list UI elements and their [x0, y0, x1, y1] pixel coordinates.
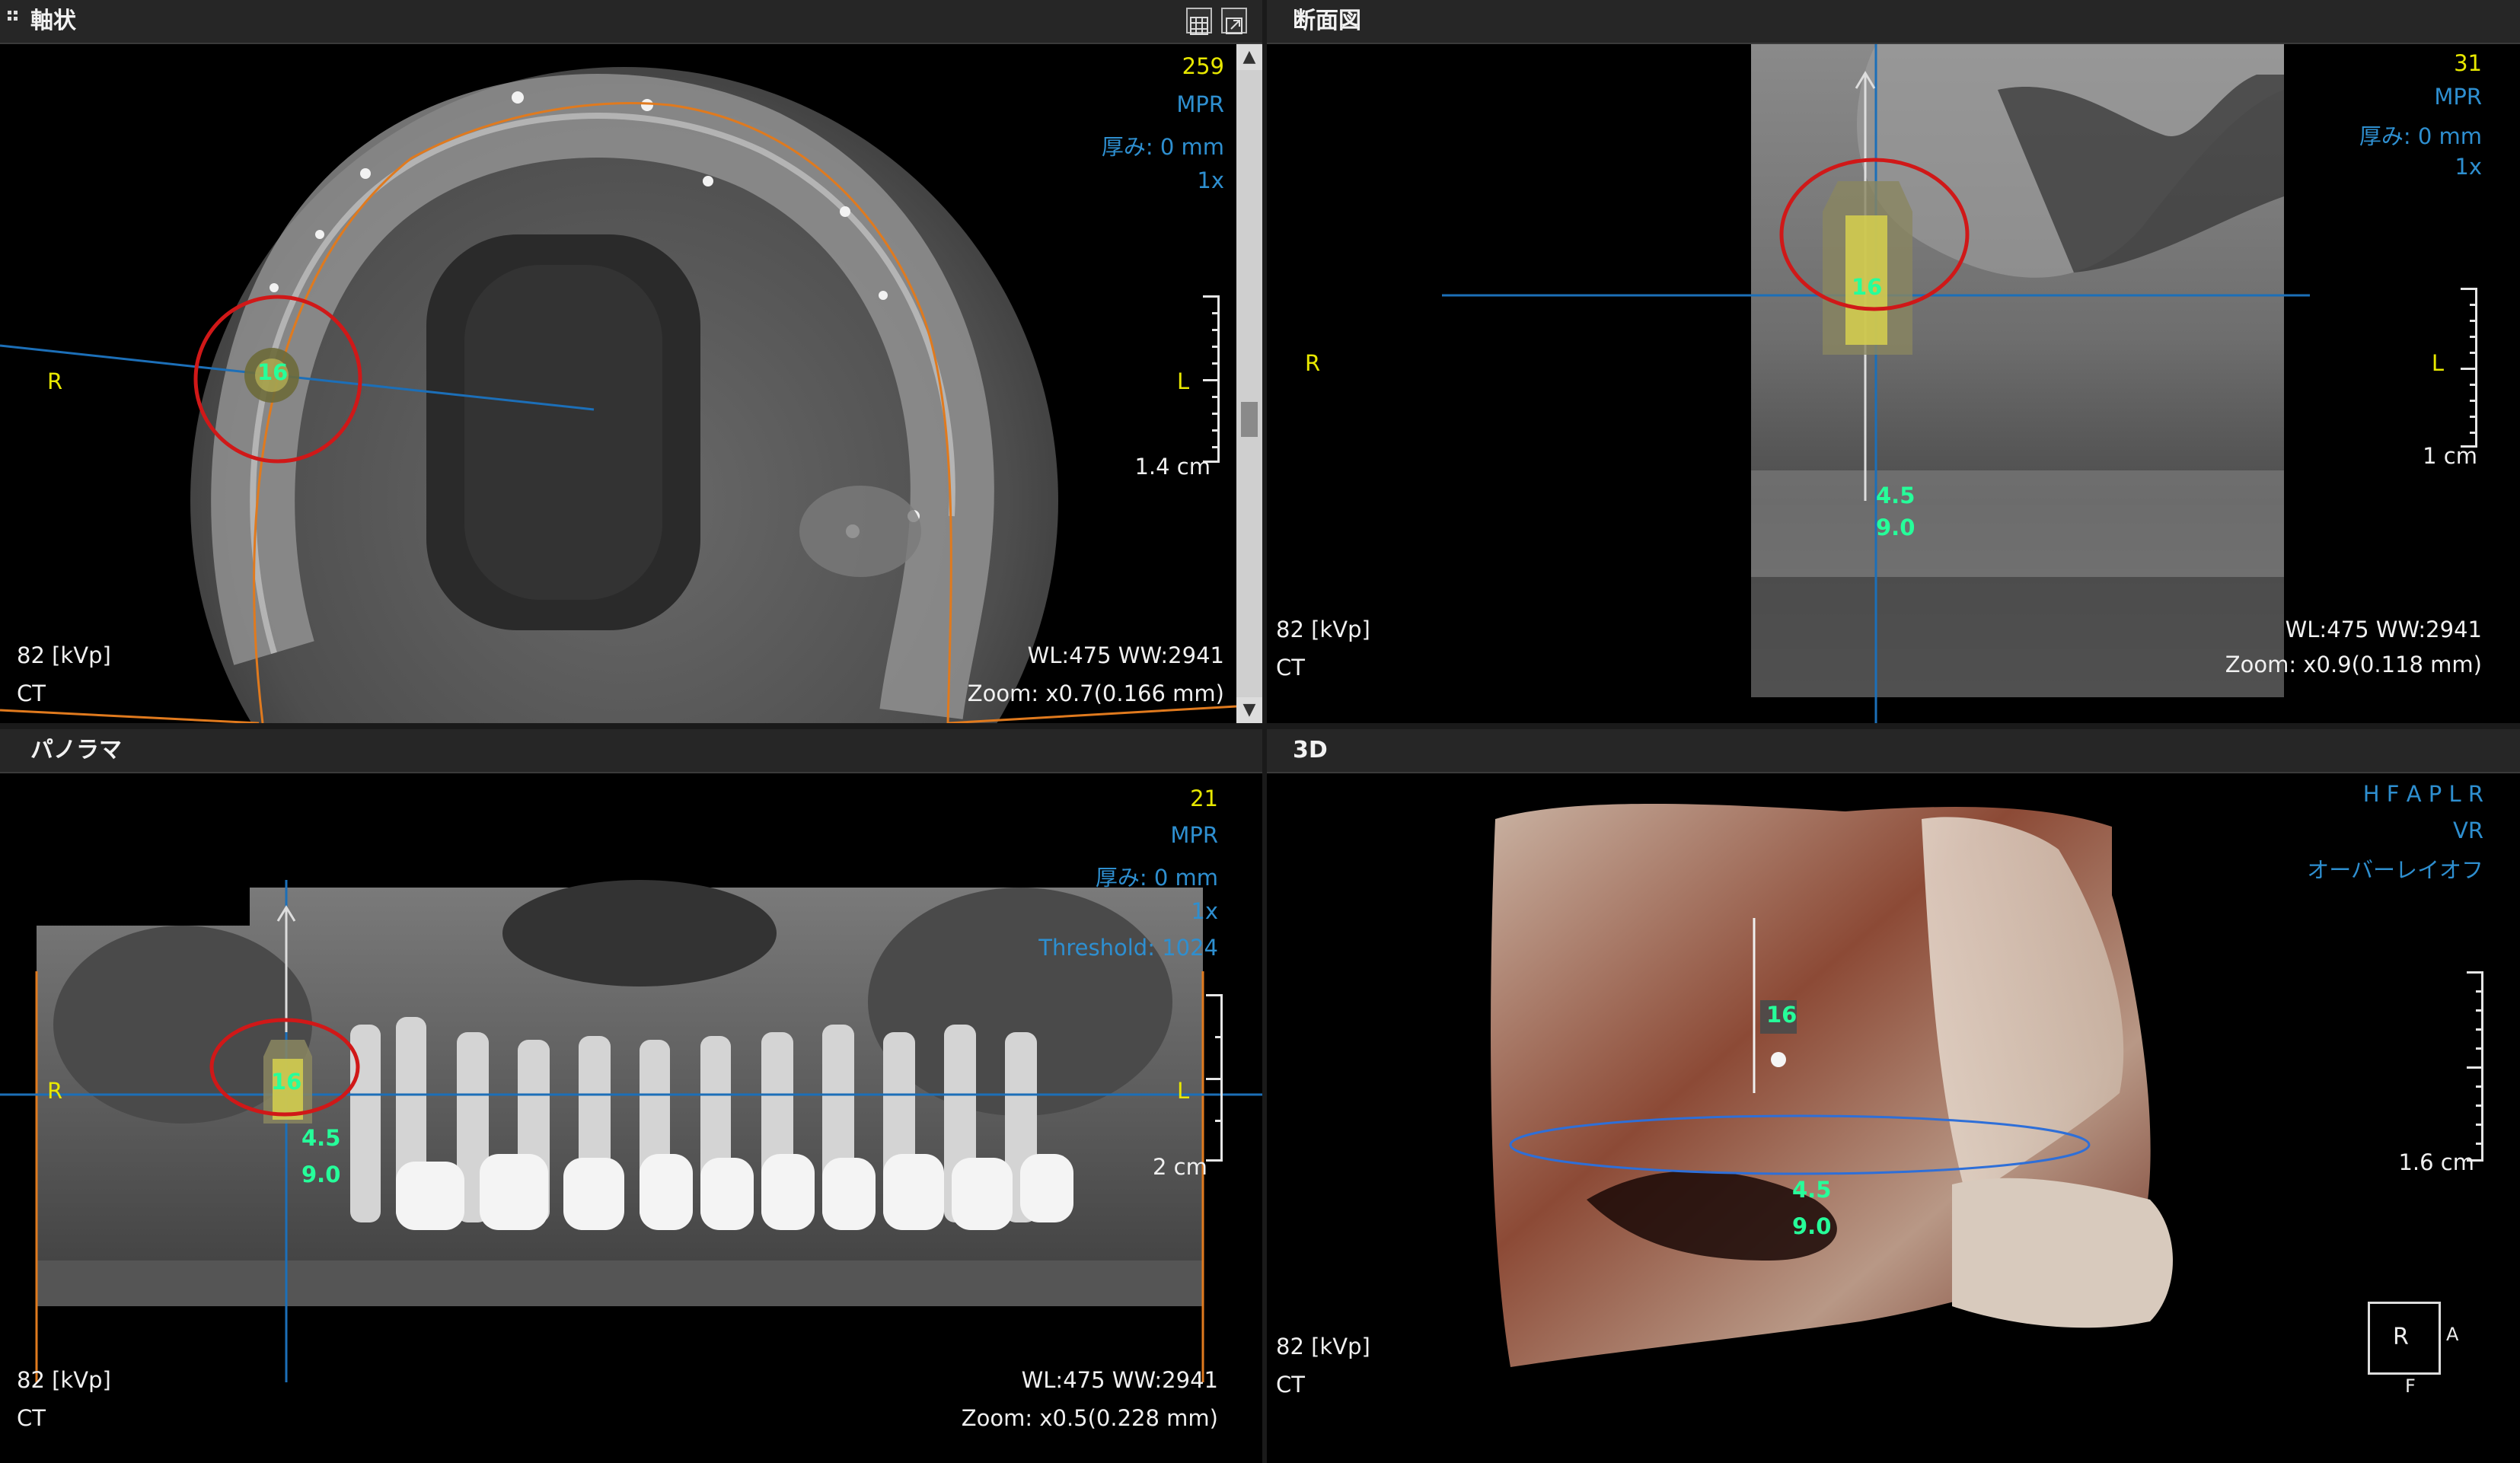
- axial-right-marker: R: [47, 368, 63, 394]
- cross-section-titlebar: 断面図: [1267, 0, 2520, 44]
- volume3d-orientation: H F A P L R: [2362, 781, 2483, 807]
- cross-section-scale-label: 1 cm: [2423, 443, 2477, 469]
- volume3d-kvp: 82 [kVp]: [1276, 1334, 1370, 1359]
- axial-thickness: 厚み: 0 mm: [1101, 134, 1224, 160]
- axial-panel[interactable]: 軸状 16 259 MPR 厚み: 0 mm 1x R L 1.4 cm 82 …: [0, 0, 1262, 723]
- axial-zoom: Zoom: x0.7(0.166 mm): [967, 681, 1224, 706]
- grid-layout-icon[interactable]: [1186, 8, 1212, 35]
- vertical-divider[interactable]: [1262, 0, 1267, 1463]
- cross-section-implant-label[interactable]: 16: [1852, 274, 1882, 300]
- cross-section-mode: MPR: [2434, 84, 2482, 110]
- panorama-zoom: Zoom: x0.5(0.228 mm): [961, 1405, 1218, 1431]
- axial-implant-label[interactable]: 16: [257, 359, 288, 385]
- cross-section-title: 断面図: [1293, 8, 1361, 34]
- panorama-zoom-factor: 1x: [1191, 898, 1218, 924]
- panorama-slice-number: 21: [1190, 786, 1218, 811]
- panorama-diameter: 4.5: [301, 1125, 341, 1151]
- cross-section-diameter: 4.5: [1876, 483, 1916, 508]
- axial-title: 軸状: [30, 8, 76, 34]
- cross-section-left-marker: L: [2431, 350, 2444, 376]
- cube-side-label: A: [2446, 1324, 2459, 1345]
- axial-zoom-factor: 1x: [1197, 167, 1224, 193]
- volume3d-overlay-toggle[interactable]: オーバーレイオフ: [2307, 853, 2483, 884]
- cross-section-thickness: 厚み: 0 mm: [2359, 123, 2482, 149]
- axial-window: WL:475 WW:2941: [1027, 642, 1224, 668]
- volume3d-implant-label[interactable]: 16: [1766, 1002, 1797, 1028]
- panorama-mode: MPR: [1170, 822, 1218, 848]
- panorama-threshold: Threshold: 1024: [1038, 935, 1218, 961]
- panorama-length: 9.0: [301, 1162, 341, 1187]
- panorama-modality: CT: [17, 1405, 46, 1431]
- cross-section-right-marker: R: [1305, 350, 1321, 376]
- volume3d-scale-bar: [2467, 971, 2483, 1162]
- cross-section-kvp: 82 [kVp]: [1276, 617, 1370, 642]
- axial-scrollbar[interactable]: ▲ ▼: [1236, 44, 1262, 723]
- axial-mode: MPR: [1176, 91, 1224, 117]
- cross-section-zoom-factor: 1x: [2455, 154, 2482, 180]
- panorama-scale-bar: [1206, 994, 1223, 1162]
- scroll-up-icon[interactable]: ▲: [1236, 44, 1262, 70]
- maximize-icon[interactable]: [1221, 8, 1247, 34]
- panorama-left-marker: L: [1177, 1078, 1190, 1104]
- cube-front-label: R: [2393, 1324, 2409, 1350]
- cross-section-panel[interactable]: 断面図 16 4.5 9.0 31 MPR 厚み: 0 mm 1x R L 1 …: [1267, 0, 2520, 723]
- axial-viewport[interactable]: 16 259 MPR 厚み: 0 mm 1x R L 1.4 cm 82 [kV…: [0, 44, 1236, 723]
- panorama-thickness: 厚み: 0 mm: [1095, 865, 1218, 891]
- panorama-right-marker: R: [47, 1078, 63, 1104]
- panorama-ct-image: [0, 880, 1262, 1382]
- cross-section-scale-bar: [2461, 288, 2477, 448]
- panorama-titlebar: パノラマ: [0, 729, 1262, 773]
- panorama-window: WL:475 WW:2941: [1021, 1367, 1218, 1393]
- cross-section-length: 9.0: [1876, 515, 1916, 540]
- axial-left-marker: L: [1177, 368, 1190, 394]
- cross-section-viewport[interactable]: 16 4.5 9.0 31 MPR 厚み: 0 mm 1x R L 1 cm 8…: [1267, 44, 2520, 723]
- volume3d-modality: CT: [1276, 1372, 1305, 1398]
- cross-section-window: WL:475 WW:2941: [2285, 617, 2482, 642]
- axial-ct-image: [0, 67, 1236, 723]
- cross-section-modality: CT: [1276, 655, 1305, 681]
- volume3d-viewport[interactable]: 16 4.5 9.0 H F A P L R VR オーバーレイオフ 1.6 c…: [1267, 773, 2520, 1463]
- axial-modality: CT: [17, 681, 46, 706]
- cross-section-slice-number: 31: [2454, 50, 2482, 76]
- axial-scale-bar: [1203, 295, 1220, 463]
- scroll-down-icon[interactable]: ▼: [1236, 697, 1262, 723]
- volume3d-titlebar: 3D: [1267, 729, 2520, 773]
- panorama-title: パノラマ: [30, 737, 122, 763]
- volume3d-mode: VR: [2453, 818, 2483, 843]
- axial-kvp: 82 [kVp]: [17, 642, 111, 668]
- volume3d-panel[interactable]: 3D 16 4.5 9.0 H F A P L R VR オーバーレイオフ 1.…: [1267, 729, 2520, 1463]
- horizontal-divider[interactable]: [0, 723, 2520, 729]
- grip-icon[interactable]: [8, 11, 18, 21]
- panorama-implant-label[interactable]: 16: [271, 1069, 301, 1095]
- cross-section-zoom: Zoom: x0.9(0.118 mm): [2225, 652, 2482, 677]
- panorama-panel[interactable]: パノラマ 16 4.5 9.0 21 MPR 厚み: 0 mm 1x Thres…: [0, 729, 1262, 1463]
- orientation-cube[interactable]: R A F: [2368, 1302, 2458, 1397]
- panorama-scale-label: 2 cm: [1153, 1154, 1207, 1180]
- panorama-viewport[interactable]: 16 4.5 9.0 21 MPR 厚み: 0 mm 1x Threshold:…: [0, 773, 1262, 1463]
- volume3d-diameter: 4.5: [1792, 1177, 1832, 1203]
- cube-bottom-label: F: [2405, 1375, 2416, 1397]
- scroll-thumb[interactable]: [1241, 402, 1258, 437]
- axial-titlebar: 軸状: [0, 0, 1262, 44]
- panorama-kvp: 82 [kVp]: [17, 1367, 111, 1393]
- axial-scale-label: 1.4 cm: [1134, 454, 1211, 480]
- volume3d-length: 9.0: [1792, 1213, 1832, 1239]
- volume3d-title: 3D: [1293, 737, 1328, 763]
- axial-slice-number: 259: [1182, 53, 1224, 79]
- volume3d-scale-label: 1.6 cm: [2398, 1149, 2474, 1175]
